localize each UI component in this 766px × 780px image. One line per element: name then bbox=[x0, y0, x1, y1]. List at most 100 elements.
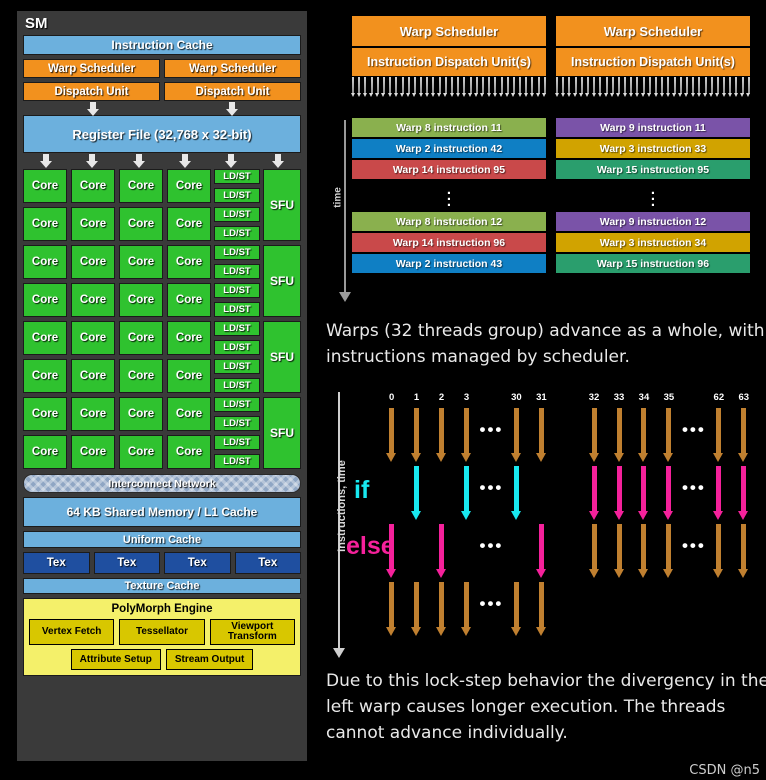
dispatch-tick-icon bbox=[554, 77, 559, 97]
execution-arrow-icon bbox=[588, 408, 599, 462]
sfu-block: SFU bbox=[263, 245, 301, 317]
core-block: Core bbox=[23, 321, 67, 355]
ldst-block: LD/ST bbox=[214, 226, 260, 241]
dispatch-tick-icon bbox=[505, 77, 510, 97]
tessellator-block: Tessellator bbox=[119, 619, 205, 645]
execution-arrow-icon bbox=[663, 408, 674, 462]
polymorph-engine-block: PolyMorph Engine Vertex Fetch Tessellato… bbox=[23, 598, 301, 676]
thread-index-label: 33 bbox=[613, 392, 625, 403]
core-block: Core bbox=[23, 283, 67, 317]
caption-warps: Warps (32 threads group) advance as a wh… bbox=[326, 321, 765, 367]
ldst-block: LD/ST bbox=[214, 302, 260, 317]
ldst-block: LD/ST bbox=[214, 169, 260, 184]
warp-instruction-table: Warp 8 instruction 11 Warp 9 instruction … bbox=[352, 118, 750, 275]
down-arrow-icon bbox=[23, 153, 69, 168]
warp-instruction-row: Warp 14 instruction 95 Warp 15 instructio… bbox=[352, 160, 750, 179]
dispatch-tick-icon bbox=[653, 77, 658, 97]
ldst-block: LD/ST bbox=[214, 378, 260, 393]
ldst-block: LD/ST bbox=[214, 397, 260, 412]
dispatch-tick-icon bbox=[573, 77, 578, 97]
down-arrow-icon bbox=[23, 101, 162, 116]
warp-instruction-cell: Warp 15 instruction 96 bbox=[556, 254, 750, 273]
sfu-column: SFU SFU SFU SFU bbox=[263, 169, 301, 469]
thread-index-label: 35 bbox=[663, 392, 675, 403]
core-block: Core bbox=[23, 359, 67, 393]
warp-scheduler-0: Warp Scheduler bbox=[23, 59, 160, 78]
tessellator-label: Tessellator bbox=[135, 626, 189, 637]
thread-index-label: 30 bbox=[511, 392, 522, 403]
execution-arrow-icon bbox=[436, 524, 447, 578]
dispatch-unit-0: Dispatch Unit bbox=[23, 82, 160, 101]
core-row: Core Core Core Core bbox=[23, 397, 211, 431]
dispatch-tick-icon bbox=[362, 77, 367, 97]
thread-index-label: 63 bbox=[738, 392, 750, 403]
dispatch-tick-icon bbox=[628, 77, 633, 97]
vertical-ellipsis-icon: ... bbox=[650, 181, 656, 210]
warp-scheduler-box-1: Warp Scheduler bbox=[556, 16, 750, 46]
dispatch-tick-icon bbox=[529, 77, 534, 97]
execution-arrow-icon bbox=[638, 466, 649, 520]
thread-index-label: 62 bbox=[713, 392, 725, 403]
execution-arrow-icon bbox=[613, 408, 624, 462]
register-file-block: Register File (32,768 x 32-bit) bbox=[23, 115, 301, 153]
dispatch-tick-icon bbox=[597, 77, 602, 97]
regfile-to-cores-arrows bbox=[23, 153, 301, 168]
core-row: Core Core Core Core bbox=[23, 435, 211, 469]
execution-arrow-icon bbox=[411, 408, 422, 462]
scheduler-header: Warp Scheduler Instruction Dispatch Unit… bbox=[350, 16, 751, 97]
core-block: Core bbox=[23, 435, 67, 469]
dispatch-tick-icon bbox=[418, 77, 423, 97]
horizontal-ellipsis-icon: ••• bbox=[479, 420, 504, 439]
ldst-block: LD/ST bbox=[214, 207, 260, 222]
execution-arrow-icon bbox=[386, 582, 397, 636]
horizontal-ellipsis-icon: ••• bbox=[479, 594, 504, 613]
dispatch-tick-icon bbox=[703, 77, 707, 97]
dispatch-tick-icon bbox=[480, 77, 485, 97]
time-axis-label: time bbox=[332, 187, 344, 208]
thread-index-label: 3 bbox=[463, 392, 470, 403]
core-row: Core Core Core Core bbox=[23, 169, 211, 203]
execution-arrow-icon bbox=[436, 582, 447, 636]
dispatch-tick-icon bbox=[412, 77, 417, 97]
dispatch-tick-icon bbox=[610, 77, 615, 97]
core-block: Core bbox=[119, 207, 163, 241]
vertex-fetch-label: Vertex Fetch bbox=[41, 626, 102, 637]
ldst-column: LD/ST LD/ST LD/ST LD/ST LD/ST LD/ST LD/ST LD/ST… bbox=[214, 169, 260, 469]
core-row: Core Core Core Core bbox=[23, 321, 211, 355]
horizontal-ellipsis-icon: ••• bbox=[681, 536, 706, 555]
core-block: Core bbox=[23, 207, 67, 241]
core-block: Core bbox=[71, 169, 115, 203]
scheduler-column-1: Warp Scheduler Instruction Dispatch Unit… bbox=[554, 16, 751, 97]
tex-unit-1: Tex bbox=[93, 552, 160, 574]
warp-instruction-cell: Warp 14 instruction 96 bbox=[352, 233, 546, 252]
down-arrow-icon bbox=[208, 153, 254, 168]
warp-instruction-row: Warp 8 instruction 11 Warp 9 instruction … bbox=[352, 118, 750, 137]
core-block: Core bbox=[119, 169, 163, 203]
horizontal-ellipsis-icon: ••• bbox=[681, 478, 706, 497]
dispatch-tick-icon bbox=[579, 77, 584, 97]
ldst-block: LD/ST bbox=[214, 188, 260, 203]
ldst-block: LD/ST bbox=[214, 435, 260, 450]
execution-arrow-icon bbox=[436, 408, 447, 462]
instruction-dispatch-unit-box-1: Instruction Dispatch Unit(s) bbox=[556, 48, 750, 76]
dispatch-tick-icon bbox=[634, 77, 639, 97]
figure-root: SM Instruction Cache Warp Scheduler Warp… bbox=[0, 0, 766, 780]
dispatch-tick-icon bbox=[641, 77, 646, 97]
thread-index-label: 31 bbox=[536, 392, 547, 403]
dispatch-tick-icon bbox=[684, 77, 689, 97]
dispatch-tick-icon bbox=[430, 77, 435, 97]
execution-arrow-icon bbox=[411, 582, 422, 636]
warp-instruction-cell: Warp 2 instruction 42 bbox=[352, 139, 546, 158]
core-row: Core Core Core Core bbox=[23, 283, 211, 317]
dispatch-tick-icon bbox=[511, 77, 516, 97]
dispatch-unit-row: Dispatch Unit Dispatch Unit bbox=[23, 82, 301, 101]
dispatch-tick-icon bbox=[381, 77, 386, 97]
warp-instruction-cell: Warp 8 instruction 12 bbox=[352, 212, 546, 231]
else-branch-label: else bbox=[346, 532, 395, 560]
time-axis-line bbox=[344, 120, 346, 294]
warp-instruction-cell: Warp 3 instruction 33 bbox=[556, 139, 750, 158]
thread-index-label: 0 bbox=[388, 392, 395, 403]
execution-unit-grid: Core Core Core Core Core Core Core Core Core Core… bbox=[23, 169, 301, 469]
execution-arrow-icon bbox=[638, 408, 649, 462]
execution-arrow-icon bbox=[738, 524, 749, 578]
